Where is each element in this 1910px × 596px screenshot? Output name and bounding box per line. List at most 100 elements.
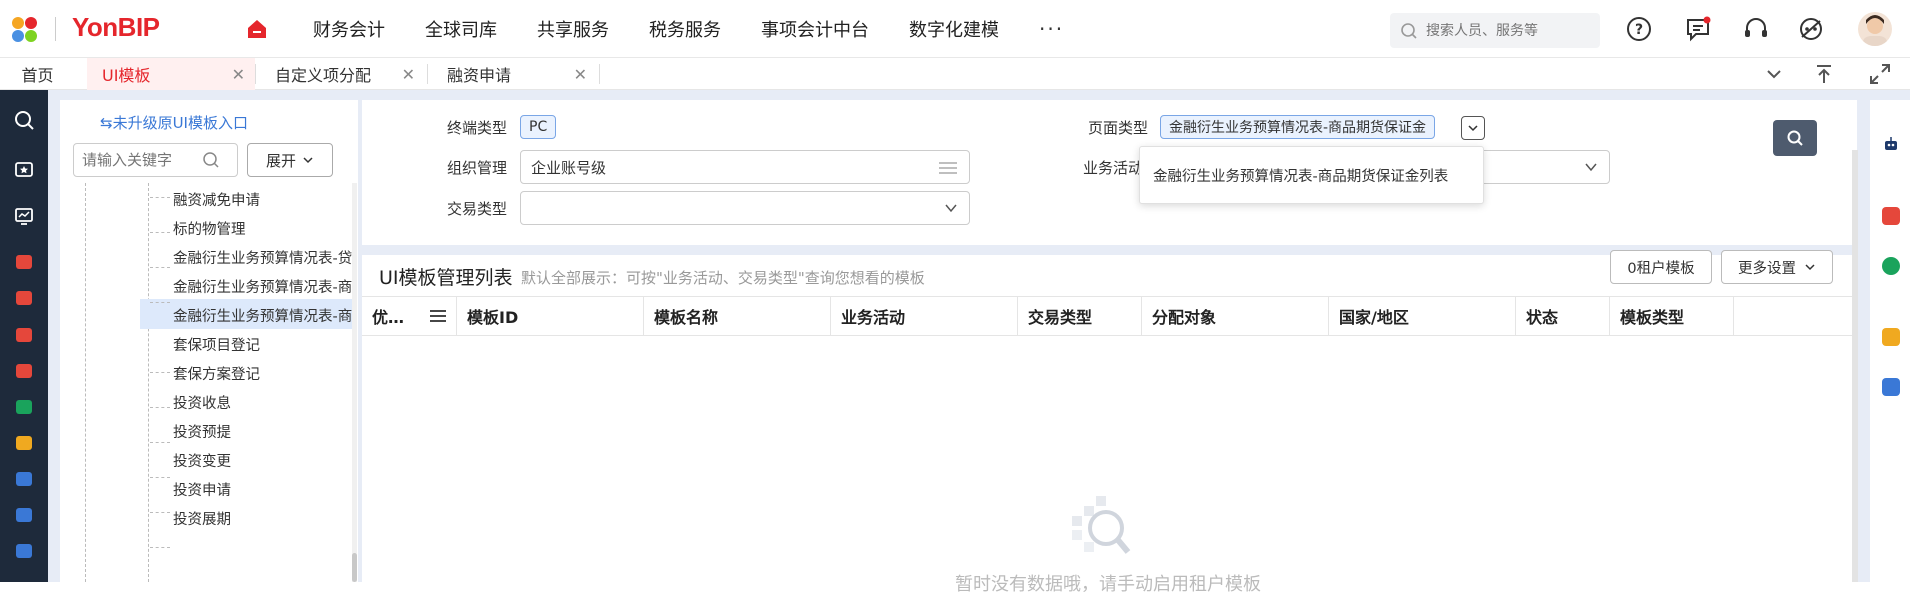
column-country-region[interactable]: 国家/地区 bbox=[1329, 297, 1516, 335]
nav-item-finance[interactable]: 财务会计 bbox=[313, 16, 385, 42]
global-search-input[interactable] bbox=[1426, 22, 1586, 39]
app-icon-6[interactable] bbox=[10, 429, 38, 457]
column-status[interactable]: 状态 bbox=[1516, 297, 1610, 335]
page-type-option[interactable]: 金融衍生业务预算情况表-商品期货保证金列表 bbox=[1153, 169, 1448, 185]
app-icon-5[interactable] bbox=[10, 393, 38, 421]
tree-connector bbox=[150, 372, 170, 373]
expand-button[interactable]: 展开 bbox=[247, 143, 333, 177]
tab-custom-item-assignment[interactable]: 自定义项分配 ✕ bbox=[257, 58, 425, 90]
nav-item-tax[interactable]: 税务服务 bbox=[649, 16, 721, 42]
tab-financing-application[interactable]: 融资申请 ✕ bbox=[429, 58, 597, 90]
list-title: UI模板管理列表 bbox=[379, 267, 513, 289]
app-icon-2[interactable] bbox=[10, 284, 38, 312]
app-icon-3[interactable] bbox=[10, 321, 38, 349]
tab-home[interactable]: 首页 bbox=[0, 58, 75, 90]
expand-icon[interactable] bbox=[1868, 62, 1892, 86]
app-launcher-icon[interactable] bbox=[10, 15, 40, 45]
help-icon[interactable]: ? bbox=[1625, 15, 1653, 43]
user-avatar[interactable] bbox=[1858, 12, 1892, 46]
app-icon-8[interactable] bbox=[10, 501, 38, 529]
tree-item[interactable]: 标的物管理 bbox=[60, 212, 355, 242]
chevron-down-icon bbox=[1805, 264, 1815, 271]
tree-item[interactable]: 金融衍生业务预算情况表-商品 bbox=[60, 270, 355, 300]
menu-icon[interactable] bbox=[430, 310, 446, 322]
column-header-label: 模板类型 bbox=[1620, 308, 1685, 327]
page-type-dropdown-button[interactable] bbox=[1461, 116, 1485, 140]
dashboard-icon[interactable] bbox=[10, 202, 38, 230]
tree-item[interactable]: 投资变更 bbox=[60, 444, 355, 474]
headset-icon[interactable] bbox=[1742, 15, 1770, 43]
tree-item[interactable]: 投资展期 bbox=[60, 502, 355, 532]
briefcase-icon[interactable] bbox=[1882, 378, 1900, 396]
tree-item[interactable]: 投资申请 bbox=[60, 473, 355, 503]
tab-divider bbox=[427, 64, 428, 84]
trade-type-select[interactable] bbox=[520, 191, 970, 225]
global-search[interactable] bbox=[1390, 13, 1600, 48]
column-template-name[interactable]: 模板名称 bbox=[644, 297, 831, 335]
tree-item[interactable]: 套保方案登记 bbox=[60, 357, 355, 387]
tree-item[interactable]: 融资减免申请 bbox=[60, 183, 355, 213]
nav-item-treasury[interactable]: 全球司库 bbox=[425, 16, 497, 42]
terminal-type-tag[interactable]: PC bbox=[520, 115, 557, 139]
favorites-icon[interactable] bbox=[10, 155, 38, 183]
app-icon-1[interactable] bbox=[10, 248, 38, 276]
tree-scrollbar[interactable] bbox=[352, 183, 357, 582]
logo-divider bbox=[55, 17, 56, 41]
top-bar: YonBIP 财务会计 全球司库 共享服务 税务服务 事项会计中台 数字化建模 … bbox=[0, 0, 1910, 58]
left-rail bbox=[0, 90, 48, 582]
nav-item-modeling[interactable]: 数字化建模 bbox=[909, 16, 999, 42]
search-icon[interactable] bbox=[202, 151, 220, 169]
scrollbar-thumb[interactable] bbox=[352, 553, 357, 582]
ai-assistant-icon[interactable] bbox=[1797, 15, 1825, 43]
tenant-template-button[interactable]: 0租户模板 bbox=[1610, 250, 1712, 284]
column-header-label: 优… bbox=[372, 308, 405, 327]
message-icon[interactable] bbox=[1684, 15, 1712, 43]
column-template-id[interactable]: 模板ID bbox=[457, 297, 644, 335]
app-shortcut-icon[interactable] bbox=[1882, 207, 1900, 225]
legacy-template-link[interactable]: ⇆未升级原UI模板入口 bbox=[100, 112, 248, 133]
template-tree: 融资减免申请 标的物管理 金融衍生业务预算情况表-贷款 金融衍生业务预算情况表-… bbox=[60, 183, 355, 582]
list-hint: 默认全部展示：可按"业务活动、交易类型"查询您想看的模板 bbox=[521, 269, 925, 287]
nav-item-event-accounting[interactable]: 事项会计中台 bbox=[761, 16, 869, 42]
tree-item[interactable]: 投资预提 bbox=[60, 415, 355, 445]
search-button[interactable] bbox=[1773, 120, 1817, 156]
tab-ui-template[interactable]: UI模板 ✕ bbox=[87, 58, 255, 90]
tree-search-field[interactable] bbox=[73, 143, 238, 177]
close-icon[interactable]: ✕ bbox=[574, 65, 587, 84]
tab-divider bbox=[599, 64, 600, 84]
column-template-type[interactable]: 模板类型 bbox=[1610, 297, 1734, 335]
robot-icon[interactable] bbox=[1882, 135, 1900, 153]
nav-item-shared-service[interactable]: 共享服务 bbox=[537, 16, 609, 42]
app-icon-4[interactable] bbox=[10, 357, 38, 385]
org-field[interactable]: 企业账号级 bbox=[520, 150, 970, 184]
tree-item[interactable]: 投资收息 bbox=[60, 386, 355, 416]
question-icon[interactable] bbox=[1882, 328, 1900, 346]
tree-item[interactable]: 套保项目登记 bbox=[60, 328, 355, 358]
page-type-tag[interactable]: 金融衍生业务预算情况表-商品期货保证金 bbox=[1160, 115, 1436, 139]
more-settings-button[interactable]: 更多设置 bbox=[1721, 250, 1833, 284]
home-icon[interactable] bbox=[245, 17, 269, 41]
column-trade-type[interactable]: 交易类型 bbox=[1018, 297, 1142, 335]
tree-connector bbox=[150, 232, 170, 233]
column-priority[interactable]: 优… bbox=[362, 297, 457, 335]
app-icon-9[interactable] bbox=[10, 537, 38, 565]
nav-more-button[interactable]: ··· bbox=[1039, 17, 1064, 41]
column-header-label: 交易类型 bbox=[1028, 308, 1093, 327]
link-icon[interactable] bbox=[1882, 257, 1900, 275]
list-icon[interactable] bbox=[939, 161, 957, 175]
app-icon-7[interactable] bbox=[10, 465, 38, 493]
tab-label: 自定义项分配 bbox=[275, 66, 372, 85]
column-assign-target[interactable]: 分配对象 bbox=[1142, 297, 1329, 335]
column-business-activity[interactable]: 业务活动 bbox=[831, 297, 1018, 335]
chevron-down-icon[interactable] bbox=[1762, 62, 1786, 86]
chevron-down-icon bbox=[1585, 163, 1597, 172]
tree-item[interactable]: 金融衍生业务预算情况表-贷款 bbox=[60, 241, 355, 271]
close-icon[interactable]: ✕ bbox=[402, 65, 415, 84]
tree-item-selected[interactable]: 金融衍生业务预算情况表-商品期货保证金 bbox=[140, 299, 355, 329]
search-icon[interactable] bbox=[10, 106, 38, 134]
close-icon[interactable]: ✕ bbox=[232, 65, 245, 84]
upload-icon[interactable] bbox=[1812, 62, 1836, 86]
empty-state-text: 暂时没有数据哦，请手动启用租户模板 bbox=[955, 574, 1261, 595]
tree-search-input[interactable] bbox=[82, 151, 202, 169]
main-scrollbar[interactable] bbox=[1852, 150, 1858, 582]
